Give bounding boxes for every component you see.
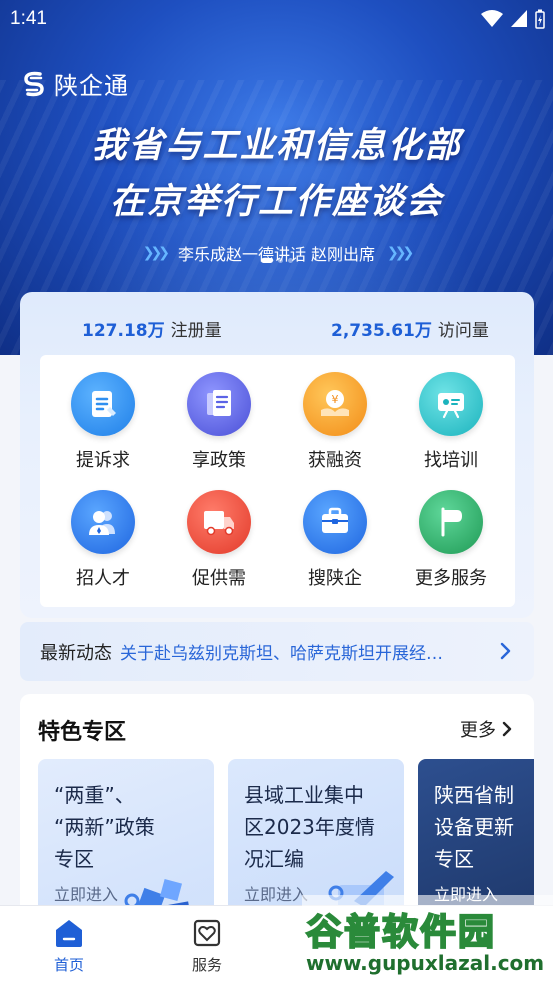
site-watermark: 谷普软件园 www.gupuxlazal.com [302, 895, 553, 983]
stat-visits: 2,735.61万 访问量 [331, 316, 489, 341]
service-label: 更多服务 [415, 568, 487, 589]
feature-card-title-line: “两重”、 [54, 783, 135, 807]
feature-card-title: 陕西省制 设备更新 专区 [434, 779, 514, 875]
truck-icon [187, 490, 251, 554]
feature-card-title-line: 县域工业集中 [244, 783, 364, 807]
stat-registrations: 127.18万 注册量 [82, 316, 222, 341]
feature-card-title-line: “两新”政策 [54, 815, 155, 839]
nav-label: 服务 [191, 956, 222, 974]
banner-headline-line-1: 我省与工业和信息化部 [91, 126, 462, 166]
brand-s-icon [24, 71, 44, 96]
news-headline-link[interactable]: 关于赴乌兹别克斯坦、哈萨克斯坦开展经… [120, 639, 472, 664]
banner-headline-line-2: 在京举行工作座谈会 [109, 182, 443, 222]
training-board-icon [419, 372, 483, 436]
services-card: 127.18万注册量 2,735.61万访问量 提诉求 享政策 ¥ 获融资 [20, 292, 534, 618]
briefcase-icon [303, 490, 367, 554]
enter-now-link[interactable]: 立即进入 [244, 881, 308, 905]
signal-icon [511, 10, 527, 27]
feature-card-title-line: 陕西省制 [434, 783, 514, 807]
feature-card-title-line: 设备更新 [434, 815, 514, 839]
service-label: 享政策 [192, 450, 246, 471]
service-grid: 提诉求 享政策 ¥ 获融资 找培训 招人才 促供需 搜陕企 更多服务 [40, 355, 515, 607]
service-label: 搜陕企 [308, 568, 362, 589]
carousel-dot [287, 258, 293, 263]
feature-card-policy-zone[interactable]: “两重”、 “两新”政策 专区 立即进入 [38, 759, 214, 924]
news-label: 最新动态 [40, 642, 112, 664]
chevron-right-icon[interactable] [500, 641, 512, 661]
watermark-url: www.gupuxlazal.com [306, 951, 545, 975]
brand-name: 陕企通 [54, 72, 129, 100]
service-label: 提诉求 [76, 450, 130, 471]
status-time: 1:41 [10, 8, 47, 29]
feature-card-title: “两重”、 “两新”政策 专区 [54, 779, 155, 875]
files-icon [187, 372, 251, 436]
battery-icon [535, 9, 545, 29]
flag-icon [419, 490, 483, 554]
featured-zone: 特色专区 更多 “两重”、 “两新”政策 专区 立即进入 县域工业集中 区202… [20, 694, 534, 924]
feature-card-title-line: 区2023年度情 [244, 815, 375, 839]
more-label: 更多 [460, 720, 496, 741]
service-item-more[interactable]: 更多服务 [393, 490, 509, 600]
service-item-policy[interactable]: 享政策 [161, 372, 277, 482]
service-label: 促供需 [192, 568, 246, 589]
latest-news-bar[interactable]: 最新动态 关于赴乌兹别克斯坦、哈萨克斯坦开展经… [20, 622, 534, 681]
feature-card-title: 县域工业集中 区2023年度情 况汇编 [244, 779, 375, 875]
service-label: 招人才 [76, 568, 130, 589]
nav-service[interactable]: 服务 [167, 918, 247, 975]
watermark-title: 谷普软件园 [305, 911, 497, 954]
service-item-training[interactable]: 找培训 [393, 372, 509, 482]
banner-headline: 我省与工业和信息化部 在京举行工作座谈会 [0, 118, 553, 230]
carousel-dot-active [260, 258, 273, 263]
service-item-talent[interactable]: 招人才 [45, 490, 161, 600]
svg-text:¥: ¥ [332, 393, 339, 406]
stat-label: 访问量 [437, 321, 489, 341]
carousel-indicator [0, 258, 553, 263]
document-icon [71, 372, 135, 436]
service-item-supply-demand[interactable]: 促供需 [161, 490, 277, 600]
people-icon [71, 490, 135, 554]
carousel-dot [277, 258, 283, 263]
status-icons [481, 9, 545, 29]
nav-label: 首页 [53, 956, 84, 974]
stat-value: 2,735.61万 [331, 321, 432, 341]
home-icon [56, 920, 82, 947]
service-item-search-enterprise[interactable]: 搜陕企 [277, 490, 393, 600]
chevron-right-icon [502, 721, 512, 737]
brand-logo: 陕企通 [22, 66, 129, 101]
service-label: 获融资 [308, 450, 362, 471]
service-item-complaint[interactable]: 提诉求 [45, 372, 161, 482]
feature-card-title-line: 专区 [434, 847, 474, 871]
service-label: 找培训 [424, 450, 478, 471]
featured-more-link[interactable]: 更多 [460, 716, 512, 742]
featured-zone-title: 特色专区 [38, 720, 127, 745]
stat-label: 注册量 [170, 321, 222, 341]
money-bag-icon: ¥ [303, 372, 367, 436]
nav-home[interactable]: 首页 [29, 918, 109, 975]
service-heart-icon [193, 919, 221, 947]
service-item-financing[interactable]: ¥ 获融资 [277, 372, 393, 482]
status-bar: 1:41 [0, 0, 553, 38]
stat-value: 127.18万 [82, 321, 165, 341]
enter-now-link[interactable]: 立即进入 [54, 881, 118, 905]
wifi-icon [481, 10, 503, 27]
